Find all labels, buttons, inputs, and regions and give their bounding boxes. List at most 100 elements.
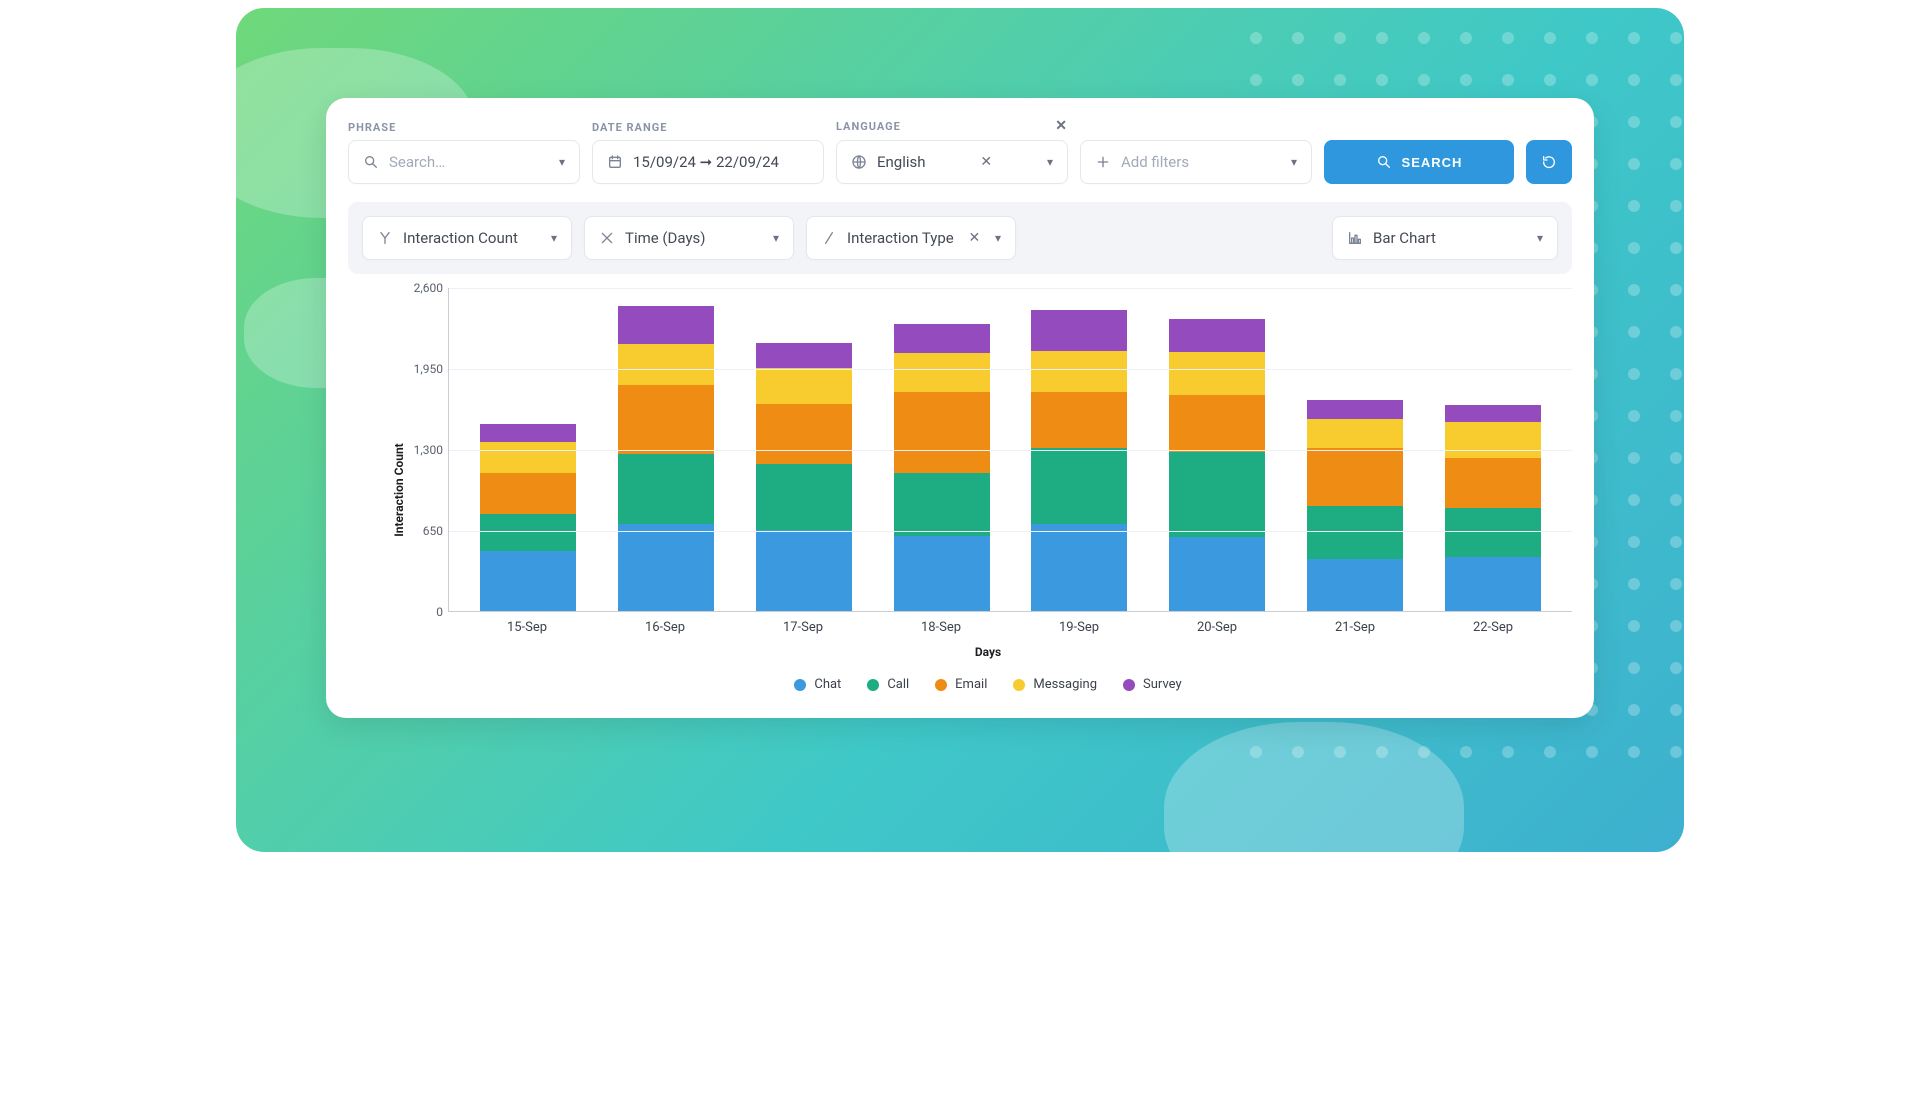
date-range-value: 15/09/24 ➞ 22/09/24 <box>633 153 779 171</box>
bar-segment-call <box>480 514 576 551</box>
date-range-input[interactable]: 15/09/24 ➞ 22/09/24 <box>592 140 824 184</box>
x-tick: 20-Sep <box>1169 620 1265 635</box>
bar-segment-email <box>480 473 576 514</box>
chart-type-select[interactable]: Bar Chart ▾ <box>1332 216 1558 260</box>
bar-segment-email <box>618 385 714 454</box>
bar-segment-email <box>756 404 852 464</box>
date-range-label: DATE RANGE <box>592 121 824 134</box>
chart-grid: 06501,3001,9502,600 <box>448 288 1572 612</box>
slash-icon <box>821 230 837 246</box>
legend-swatch <box>1013 679 1025 691</box>
bar-segment-chat <box>618 524 714 611</box>
legend-item-chat[interactable]: Chat <box>794 677 841 692</box>
bar-segment-survey <box>1307 400 1403 419</box>
bar-segment-chat <box>1307 559 1403 611</box>
y-tick: 1,950 <box>397 362 443 376</box>
bar-segment-chat <box>480 551 576 611</box>
y-axis-icon <box>377 230 393 246</box>
y-tick: 650 <box>397 524 443 538</box>
y-axis-value: Interaction Count <box>403 229 518 247</box>
x-axis-label: Days <box>404 645 1572 659</box>
bar-segment-survey <box>618 306 714 345</box>
legend-label: Chat <box>814 677 841 692</box>
bar-18-Sep[interactable] <box>894 324 990 611</box>
phrase-input[interactable]: Search… ▾ <box>348 140 580 184</box>
add-filters-placeholder: Add filters <box>1121 153 1189 171</box>
bar-22-Sep[interactable] <box>1445 405 1541 611</box>
add-filters-input[interactable]: Add filters ▾ <box>1080 140 1312 184</box>
globe-icon <box>851 154 867 170</box>
app-background: PHRASE Search… ▾ DATE RANGE 15/09/24 ➞ 2… <box>236 8 1684 852</box>
search-button-label: SEARCH <box>1402 155 1463 170</box>
clear-language-icon[interactable]: ✕ <box>980 154 992 170</box>
chevron-down-icon: ▾ <box>559 155 565 169</box>
chart-controls: Interaction Count ▾ Time (Days) ▾ Intera… <box>348 202 1572 274</box>
legend-item-survey[interactable]: Survey <box>1123 677 1182 692</box>
language-select[interactable]: English ✕ ▾ <box>836 140 1068 184</box>
bar-segment-call <box>1031 448 1127 524</box>
language-value: English <box>877 153 926 171</box>
bar-segment-email <box>894 392 990 473</box>
bar-segment-chat <box>1169 537 1265 611</box>
x-tick: 18-Sep <box>893 620 989 635</box>
legend-swatch <box>794 679 806 691</box>
remove-language-filter-icon[interactable]: ✕ <box>1055 118 1068 134</box>
bar-segment-chat <box>1445 557 1541 611</box>
legend-label: Survey <box>1143 677 1182 692</box>
reset-icon <box>1541 153 1557 171</box>
bar-segment-survey <box>1445 405 1541 421</box>
bar-21-Sep[interactable] <box>1307 400 1403 611</box>
bar-segment-messaging <box>1169 352 1265 396</box>
x-tick: 21-Sep <box>1307 620 1403 635</box>
bar-segment-survey <box>480 424 576 441</box>
bar-segment-chat <box>894 536 990 611</box>
bar-segment-call <box>894 473 990 537</box>
bar-20-Sep[interactable] <box>1169 319 1265 611</box>
y-axis-label: Interaction Count <box>392 443 406 537</box>
search-icon <box>1376 154 1392 170</box>
legend-label: Email <box>955 677 987 692</box>
bar-15-Sep[interactable] <box>480 424 576 611</box>
bar-segment-call <box>1169 452 1265 538</box>
legend-label: Call <box>887 677 909 692</box>
bar-segment-messaging <box>1445 422 1541 458</box>
segment-select[interactable]: Interaction Type ✕ ▾ <box>806 216 1016 260</box>
clear-segment-icon[interactable]: ✕ <box>968 230 980 246</box>
x-tick: 19-Sep <box>1031 620 1127 635</box>
legend-swatch <box>867 679 879 691</box>
x-axis-select[interactable]: Time (Days) ▾ <box>584 216 794 260</box>
y-axis-select[interactable]: Interaction Count ▾ <box>362 216 572 260</box>
chevron-down-icon: ▾ <box>773 231 779 245</box>
chevron-down-icon: ▾ <box>1537 231 1543 245</box>
chevron-down-icon: ▾ <box>1291 155 1297 169</box>
chart-area: Interaction Count 06501,3001,9502,600 15… <box>348 288 1572 692</box>
search-button[interactable]: SEARCH <box>1324 140 1514 184</box>
bar-segment-call <box>618 454 714 524</box>
bar-chart-icon <box>1347 230 1363 246</box>
bar-16-Sep[interactable] <box>618 306 714 611</box>
segment-value: Interaction Type <box>847 229 954 247</box>
x-tick: 17-Sep <box>755 620 851 635</box>
legend-item-email[interactable]: Email <box>935 677 987 692</box>
bar-segment-messaging <box>894 353 990 392</box>
legend-swatch <box>1123 679 1135 691</box>
bar-segment-survey <box>1169 319 1265 351</box>
reset-button[interactable] <box>1526 140 1572 184</box>
bar-segment-messaging <box>756 368 852 404</box>
bar-segment-survey <box>894 324 990 353</box>
legend-item-call[interactable]: Call <box>867 677 909 692</box>
legend-item-messaging[interactable]: Messaging <box>1013 677 1097 692</box>
dashboard-panel: PHRASE Search… ▾ DATE RANGE 15/09/24 ➞ 2… <box>326 98 1594 718</box>
x-ticks: 15-Sep16-Sep17-Sep18-Sep19-Sep20-Sep21-S… <box>448 612 1572 635</box>
legend-label: Messaging <box>1033 677 1097 692</box>
phrase-placeholder: Search… <box>389 153 445 171</box>
bar-19-Sep[interactable] <box>1031 310 1127 612</box>
chart-type-value: Bar Chart <box>1373 229 1436 247</box>
x-tick: 15-Sep <box>479 620 575 635</box>
phrase-label: PHRASE <box>348 121 580 134</box>
bar-17-Sep[interactable] <box>756 343 852 611</box>
search-icon <box>363 154 379 170</box>
x-tick: 22-Sep <box>1445 620 1541 635</box>
bar-segment-call <box>1445 508 1541 558</box>
y-tick: 2,600 <box>397 281 443 295</box>
